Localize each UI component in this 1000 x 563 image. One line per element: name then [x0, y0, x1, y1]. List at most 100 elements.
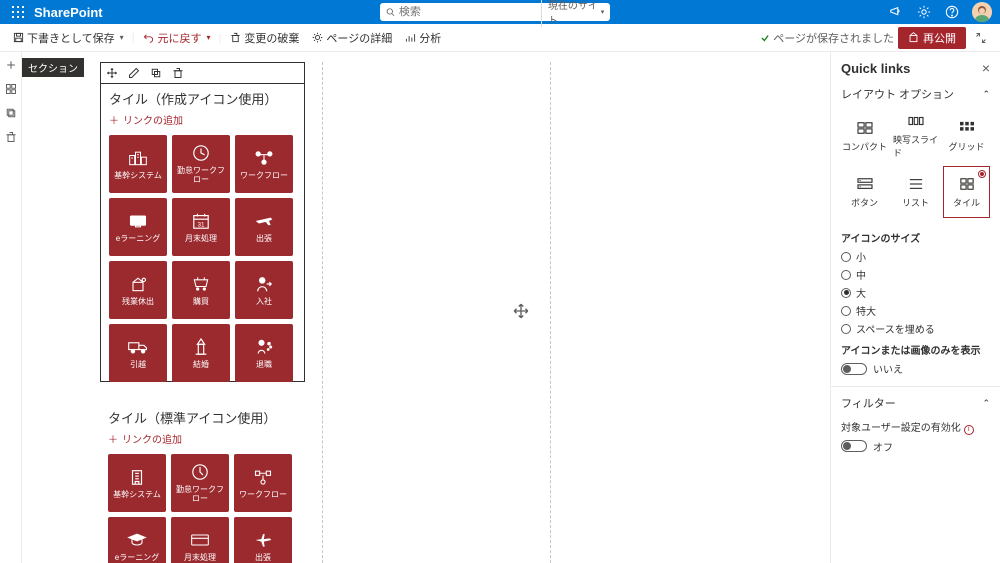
discard-button[interactable]: 変更の破棄 [225, 28, 303, 48]
clock2-icon [189, 462, 211, 482]
layout-option-filmstrip[interactable]: 映写スライド [892, 110, 939, 162]
layout-label: リスト [902, 196, 929, 209]
size-radio-大[interactable]: 大 [841, 285, 990, 300]
brand-label: SharePoint [34, 5, 103, 20]
button-icon [855, 176, 875, 192]
grid-icon [957, 120, 977, 136]
quicklinks-webpart-2[interactable]: タイル（標準アイコン使用） ＋リンクの追加 基幹システム勤怠ワークフローワークフ… [100, 402, 305, 563]
copy-icon[interactable] [4, 106, 18, 120]
tile-label: 勤怠ワークフロー [172, 167, 230, 185]
info-icon[interactable]: i [964, 425, 974, 435]
layout-option-list[interactable]: リスト [892, 166, 939, 218]
tile-label: ワークフロー [237, 491, 289, 500]
analytics-button[interactable]: 分析 [400, 28, 445, 48]
tile-entry[interactable]: 入社 [235, 261, 293, 319]
trash-icon[interactable] [171, 66, 185, 80]
entry-icon [253, 274, 275, 294]
tile-clock2[interactable]: 勤怠ワークフロー [171, 454, 229, 512]
tile-grad[interactable]: eラーニング [108, 517, 166, 563]
add-link-button[interactable]: ＋リンクの追加 [109, 112, 296, 127]
tile-overtime[interactable]: 残業休出 [109, 261, 167, 319]
tile-clock[interactable]: 勤怠ワークフロー [172, 135, 230, 193]
search-input[interactable] [399, 6, 541, 18]
tile-flow[interactable]: ワークフロー [235, 135, 293, 193]
section-icon[interactable] [4, 82, 18, 96]
building2-icon [126, 467, 148, 487]
grad-icon [126, 530, 148, 550]
flow-icon [253, 148, 275, 168]
search-wrap: 現在のサイト▾ [103, 3, 888, 21]
layout-section-header[interactable]: レイアウト オプション ⌃ [841, 86, 990, 102]
move-handle-icon[interactable] [512, 302, 532, 322]
icon-only-toggle[interactable] [841, 363, 867, 375]
tile-label: eラーニング [114, 235, 162, 244]
icon-only-header: アイコンまたは画像のみを表示 [841, 342, 990, 357]
move-icon[interactable] [105, 66, 119, 80]
user-avatar[interactable] [972, 2, 992, 22]
undo-button[interactable]: 元に戻す ▾ [139, 28, 215, 48]
layout-option-grid[interactable]: グリッド [943, 110, 990, 162]
radio-icon [841, 324, 851, 334]
duplicate-icon[interactable] [149, 66, 163, 80]
close-icon[interactable]: × [982, 60, 990, 76]
delete-icon[interactable] [4, 130, 18, 144]
tile-label: 退職 [254, 361, 274, 370]
radio-label: 特大 [856, 303, 876, 318]
filter-section-header[interactable]: フィルター ⌃ [841, 395, 990, 411]
chevron-down-icon: ▾ [601, 8, 605, 16]
save-icon [12, 32, 24, 44]
plus-icon: ＋ [108, 431, 118, 446]
tile-plane[interactable]: 出張 [235, 198, 293, 256]
tile-wedding[interactable]: 結婚 [172, 324, 230, 382]
add-link-button[interactable]: ＋リンクの追加 [108, 431, 297, 446]
tile-card[interactable]: 月末処理 [171, 517, 229, 563]
tile-retire[interactable]: 退職 [235, 324, 293, 382]
command-bar: 下書きとして保存 ▾ | 元に戻す ▾ | 変更の破棄 ページの詳細 分析 ペー… [0, 24, 1000, 52]
search-box[interactable]: 現在のサイト▾ [380, 3, 610, 21]
tile-label: 引越 [128, 361, 148, 370]
tile-calendar[interactable]: 31月末処理 [172, 198, 230, 256]
webpart-title[interactable]: タイル（標準アイコン使用） [108, 408, 297, 427]
clock-icon [190, 143, 212, 163]
column-divider [550, 62, 551, 563]
checkmark-icon [760, 33, 770, 43]
size-radio-スペースを埋める[interactable]: スペースを埋める [841, 321, 990, 336]
audience-toggle[interactable] [841, 440, 867, 452]
layout-label: コンパクト [842, 140, 887, 153]
collapse-pane-button[interactable] [970, 27, 992, 49]
property-pane: Quick links × レイアウト オプション ⌃ コンパクト映写スライドグ… [830, 52, 1000, 563]
tile-building2[interactable]: 基幹システム [108, 454, 166, 512]
layout-option-button[interactable]: ボタン [841, 166, 888, 218]
tile-flow2[interactable]: ワークフロー [234, 454, 292, 512]
tile-learn[interactable]: eラーニング [109, 198, 167, 256]
tile-cart[interactable]: 購買 [172, 261, 230, 319]
tile-truck[interactable]: 引越 [109, 324, 167, 382]
webpart-title[interactable]: タイル（作成アイコン使用） [109, 89, 296, 108]
page-details-button[interactable]: ページの詳細 [307, 28, 396, 48]
republish-button[interactable]: 再公開 [898, 27, 966, 49]
quicklinks-webpart-1[interactable]: タイル（作成アイコン使用） ＋リンクの追加 基幹システム勤怠ワークフローワークフ… [100, 62, 305, 382]
pane-title: Quick links [841, 61, 910, 76]
settings-icon[interactable] [916, 4, 932, 20]
canvas: セクション タイル（作成アイコン使用） ＋リンクの追加 基幹システム勤怠ワークフ… [22, 52, 830, 563]
add-section-icon[interactable] [4, 58, 18, 72]
save-draft-button[interactable]: 下書きとして保存 ▾ [8, 28, 128, 48]
tile-buildings[interactable]: 基幹システム [109, 135, 167, 193]
size-radio-特大[interactable]: 特大 [841, 303, 990, 318]
size-radio-小[interactable]: 小 [841, 249, 990, 264]
app-launcher-icon[interactable] [8, 2, 28, 22]
layout-option-compact[interactable]: コンパクト [841, 110, 888, 162]
tile-label: eラーニング [113, 554, 161, 563]
layout-label: 映写スライド [893, 133, 938, 159]
search-scope[interactable]: 現在のサイト▾ [541, 0, 604, 27]
tile-label: 入社 [254, 298, 274, 307]
layout-option-tile[interactable]: タイル [943, 166, 990, 218]
help-icon[interactable] [944, 4, 960, 20]
analytics-icon [404, 32, 416, 44]
tile-plane2[interactable]: 出張 [234, 517, 292, 563]
icon-size-header: アイコンのサイズ [841, 230, 990, 245]
layout-label: タイル [953, 196, 980, 209]
megaphone-icon[interactable] [888, 4, 904, 20]
size-radio-中[interactable]: 中 [841, 267, 990, 282]
edit-icon[interactable] [127, 66, 141, 80]
